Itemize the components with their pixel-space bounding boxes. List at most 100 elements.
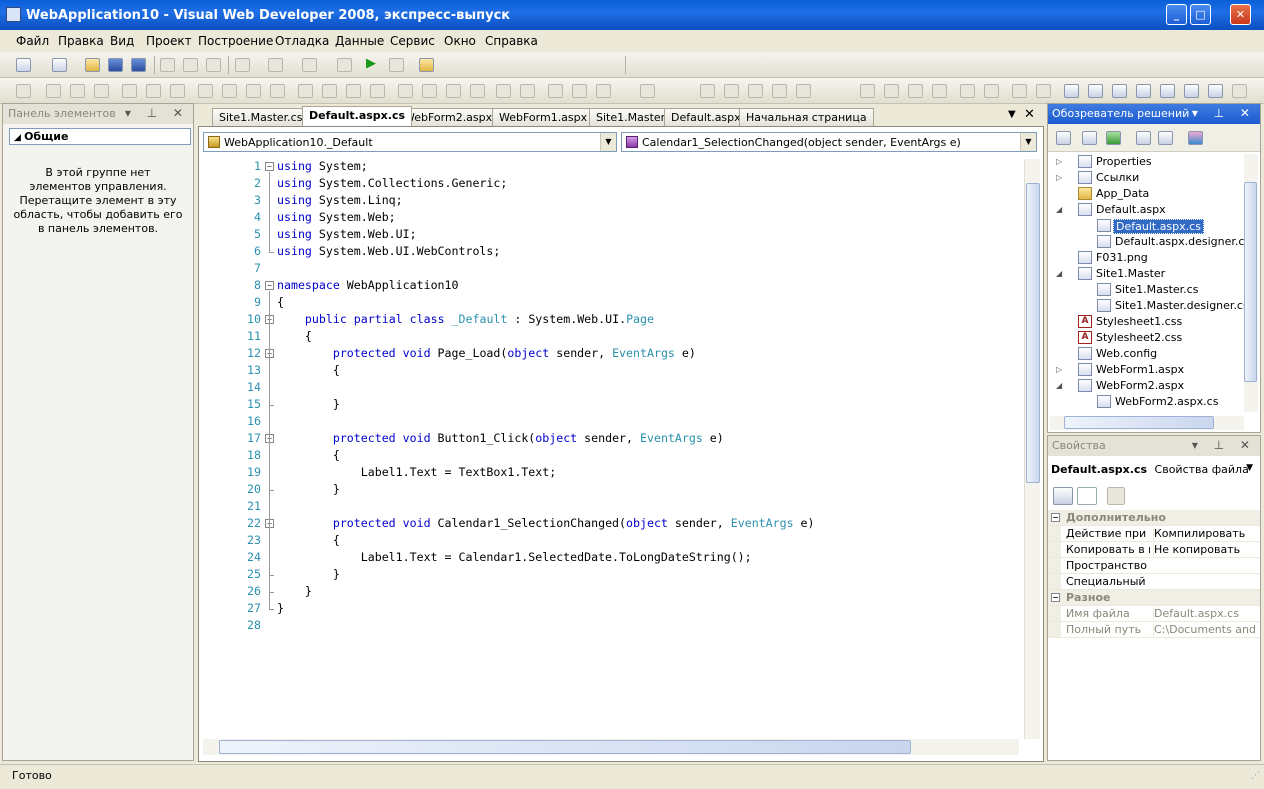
code-line[interactable]: 15 } <box>203 397 1019 414</box>
tab-site1-master-cs[interactable]: Site1.Master.cs <box>212 108 310 126</box>
scrollbar-thumb[interactable] <box>1244 182 1257 382</box>
menu-window[interactable]: Окно <box>444 34 476 48</box>
increase-v-spacing-icon[interactable] <box>422 84 437 98</box>
increase-indent-icon[interactable] <box>984 84 999 98</box>
vertical-scrollbar[interactable] <box>1024 159 1040 739</box>
style-icon[interactable] <box>860 84 875 98</box>
table-row-icon[interactable] <box>724 84 739 98</box>
navigate-forward-icon[interactable] <box>337 58 352 72</box>
resize-grip-icon[interactable]: ⋰ <box>1251 771 1260 781</box>
table-split-icon[interactable] <box>796 84 811 98</box>
menu-edit[interactable]: Правка <box>58 34 104 48</box>
object-selector[interactable]: Default.aspx.cs Свойства файла ▼ <box>1051 463 1257 479</box>
code-line[interactable]: 9{ <box>203 295 1019 312</box>
tab-default-aspx-cs[interactable]: Default.aspx.cs <box>302 106 413 126</box>
decrease-h-spacing-icon[interactable] <box>346 84 361 98</box>
code-line[interactable]: 7 <box>203 261 1019 278</box>
send-to-back-icon[interactable] <box>572 84 587 98</box>
code-line[interactable]: 13 { <box>203 363 1019 380</box>
code-line[interactable]: 3 using System.Linq; <box>203 193 1019 210</box>
table-merge-icon[interactable] <box>772 84 787 98</box>
save-all-icon[interactable] <box>131 58 146 72</box>
menu-debug[interactable]: Отладка <box>275 34 329 48</box>
view-code-icon[interactable] <box>1136 131 1151 145</box>
panel-controls[interactable]: ▾ ⊥ ✕ <box>1192 106 1256 120</box>
remove-v-spacing-icon[interactable] <box>470 84 485 98</box>
center-horizontally-icon[interactable] <box>496 84 511 98</box>
code-line[interactable]: 4 using System.Web; <box>203 210 1019 227</box>
panel-controls[interactable]: ▾ ⊥ ✕ <box>1192 438 1256 452</box>
scrollbar-thumb[interactable] <box>1064 416 1214 429</box>
chevron-down-icon[interactable]: ▼ <box>1246 463 1253 473</box>
property-value[interactable]: Не копировать <box>1153 543 1259 556</box>
align-bottom-icon[interactable] <box>170 84 185 98</box>
property-row[interactable]: Полный путь C:\Documents and Set <box>1048 622 1260 638</box>
increase-h-spacing-icon[interactable] <box>322 84 337 98</box>
navigate-backward-icon[interactable] <box>302 58 317 72</box>
property-pages-icon[interactable] <box>1107 487 1125 505</box>
cut-icon[interactable] <box>160 58 175 72</box>
close-document-icon[interactable]: ✕ <box>1024 107 1035 122</box>
minimize-button[interactable]: _ <box>1166 4 1187 25</box>
table-column-icon[interactable] <box>748 84 763 98</box>
app-icon[interactable] <box>6 7 21 22</box>
solution-explorer-open-icon[interactable] <box>419 58 434 72</box>
undo-icon[interactable] <box>235 58 250 72</box>
add-item-icon[interactable] <box>52 58 67 72</box>
menu-file[interactable]: Файл <box>16 34 49 48</box>
property-row[interactable]: Имя файла Default.aspx.cs <box>1048 606 1260 622</box>
lock-controls-icon[interactable] <box>596 84 611 98</box>
code-line[interactable]: 20 } <box>203 482 1019 499</box>
vertical-scrollbar[interactable] <box>1244 154 1258 412</box>
tab-webform2-aspx[interactable]: WebForm2.aspx <box>397 108 500 126</box>
toolbox-group-general[interactable]: ◢ Общие <box>9 128 191 145</box>
property-row[interactable]: Специальный ин <box>1048 574 1260 590</box>
collapse-icon[interactable]: ◢ <box>1056 270 1062 278</box>
collapse-icon[interactable]: ◢ <box>1056 206 1062 214</box>
decrease-indent-icon[interactable] <box>960 84 975 98</box>
collapse-icon[interactable]: − <box>1051 593 1060 602</box>
code-line[interactable]: 2 using System.Collections.Generic; <box>203 176 1019 193</box>
refresh-icon[interactable] <box>1106 131 1121 145</box>
horizontal-scrollbar[interactable] <box>1050 416 1244 430</box>
next-bookmark-folder-icon[interactable] <box>1160 84 1175 98</box>
code-line[interactable]: 1− using System; <box>203 159 1019 176</box>
show-all-files-icon[interactable] <box>1082 131 1097 145</box>
uncomment-icon[interactable] <box>1036 84 1051 98</box>
code-area[interactable]: 1− using System; 2 using System.Collections… <box>203 159 1019 739</box>
menu-help[interactable]: Справка <box>485 34 538 48</box>
tab-webform1-aspx[interactable]: WebForm1.aspx <box>492 108 595 126</box>
scrollbar-thumb[interactable] <box>1026 183 1040 483</box>
properties-icon[interactable] <box>1056 131 1071 145</box>
code-line[interactable]: 26 } <box>203 584 1019 601</box>
view-designer-icon[interactable] <box>1158 131 1173 145</box>
tab-default-aspx[interactable]: Default.aspx <box>664 108 748 126</box>
bring-to-front-icon[interactable] <box>548 84 563 98</box>
open-file-icon[interactable] <box>85 58 100 72</box>
code-line[interactable]: 17− protected void Button1_Click(object … <box>203 431 1019 448</box>
code-line[interactable]: 14 <box>203 380 1019 397</box>
property-row[interactable]: Копировать в в Не копировать <box>1048 542 1260 558</box>
chevron-down-icon[interactable]: ▼ <box>600 133 616 151</box>
property-row[interactable]: Пространство и <box>1048 558 1260 574</box>
scrollbar-thumb[interactable] <box>219 740 911 754</box>
collapse-region-icon[interactable]: − <box>265 162 274 171</box>
prev-bookmark-doc-icon[interactable] <box>1184 84 1199 98</box>
code-line[interactable]: 16 <box>203 414 1019 431</box>
tab-site1-master[interactable]: Site1.Master <box>589 108 673 126</box>
class-diagram-icon[interactable] <box>1188 131 1203 145</box>
code-line[interactable]: 11 { <box>203 329 1019 346</box>
table-insert-icon[interactable] <box>700 84 715 98</box>
code-line[interactable]: 22− protected void Calendar1_SelectionCh… <box>203 516 1019 533</box>
clear-bookmarks-icon[interactable] <box>1232 84 1247 98</box>
style-manage-icon[interactable] <box>908 84 923 98</box>
menu-tools[interactable]: Сервис <box>390 34 435 48</box>
code-line[interactable]: 10− public partial class _Default : Syst… <box>203 312 1019 329</box>
close-button[interactable]: ✕ <box>1230 4 1251 25</box>
alphabetical-icon[interactable] <box>1077 487 1097 505</box>
style-apply-icon[interactable] <box>884 84 899 98</box>
menu-data[interactable]: Данные <box>335 34 384 48</box>
code-line[interactable]: 19 Label1.Text = TextBox1.Text; <box>203 465 1019 482</box>
align-center-icon[interactable] <box>70 84 85 98</box>
property-category[interactable]: − Дополнительно <box>1048 510 1260 526</box>
